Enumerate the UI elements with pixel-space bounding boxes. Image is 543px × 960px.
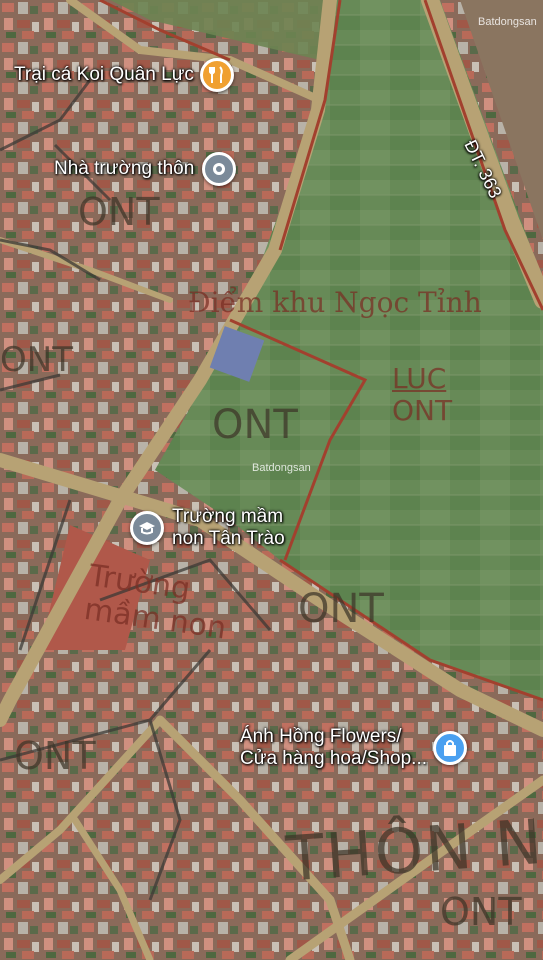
watermark: Batdongsan xyxy=(252,462,311,474)
place-icon xyxy=(202,152,237,186)
poi-kindergarten[interactable]: Trường mầm non Tân Trào xyxy=(130,506,285,550)
ont-zone-label: ONT xyxy=(392,394,453,427)
luc-zone-label: LUC xyxy=(392,362,447,395)
poi-flower-shop[interactable]: Ánh Hồng Flowers/ Cửa hàng hoa/Shop... xyxy=(240,726,468,770)
school-icon xyxy=(130,511,164,545)
poi-label: Nhà trường thôn xyxy=(54,158,195,179)
poi-label: non Tân Trào xyxy=(172,528,285,549)
restaurant-icon xyxy=(199,58,234,92)
poi-label: Cửa hàng hoa/Shop... xyxy=(240,748,428,769)
poi-label: Trường mầm xyxy=(172,506,284,527)
poi-label: Trại cá Koi Quân Lực xyxy=(14,64,194,85)
poi-label: Ánh Hồng Flowers/ xyxy=(240,726,402,747)
ont-zone-label: ONT xyxy=(14,734,96,778)
poi-koi-farm[interactable]: Trại cá Koi Quân Lực xyxy=(14,58,234,92)
ont-zone-label: ONT xyxy=(298,586,384,632)
ont-zone-label: ONT xyxy=(440,890,522,934)
watermark: Batdongsan xyxy=(478,16,537,28)
ont-zone-label: ONT xyxy=(212,402,298,448)
ont-zone-label: ONT xyxy=(78,190,160,234)
ont-zone-label: ONT xyxy=(0,340,73,380)
poi-village-school[interactable]: Nhà trường thôn xyxy=(54,152,237,186)
shopping-bag-icon xyxy=(433,731,468,765)
area-name-label: Điểm khu Ngọc Tỉnh xyxy=(188,286,482,319)
